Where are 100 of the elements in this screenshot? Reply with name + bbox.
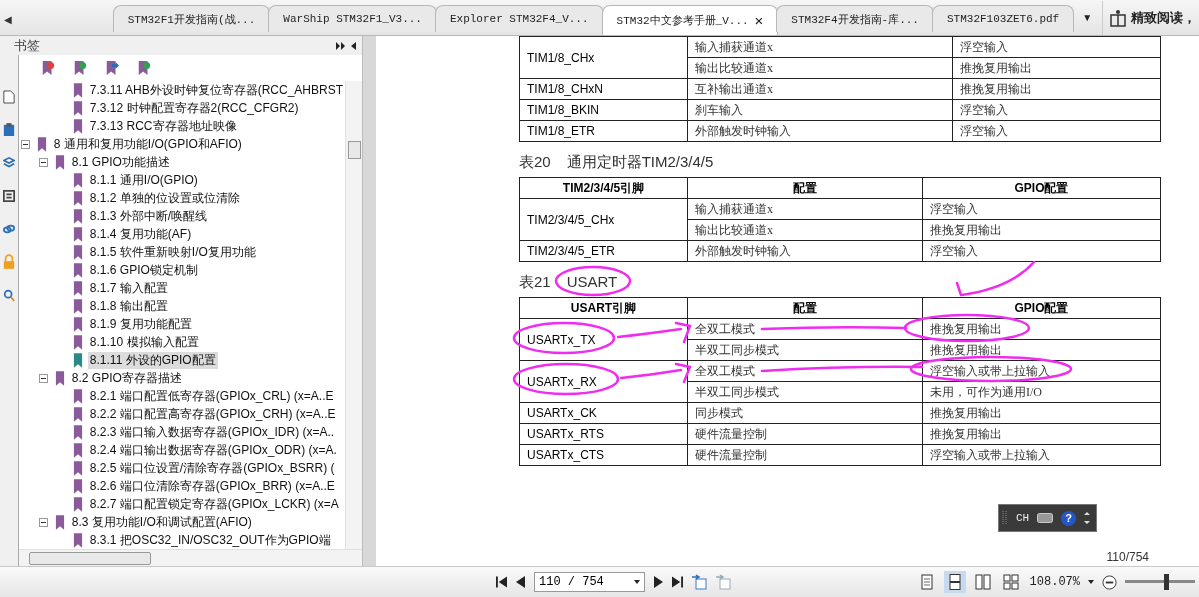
scroll-left-button[interactable]: ◀ — [0, 14, 18, 36]
reading-mode-button[interactable]: 精致阅读， — [1102, 1, 1199, 36]
zoom-out-icon[interactable] — [1102, 574, 1117, 590]
table-cell: 刹车输入 — [687, 99, 953, 121]
caret-icon[interactable] — [1088, 580, 1094, 585]
horizontal-scrollbar[interactable] — [18, 549, 362, 567]
column-header: TIM2/3/4/5引脚 — [519, 177, 688, 199]
column-header: GPIO配置 — [922, 177, 1161, 199]
table-cell: 推挽复用输出 — [922, 219, 1161, 241]
bookmark-item[interactable]: 8.1.1 通用I/O(GPIO) — [87, 171, 200, 189]
grip-icon[interactable] — [1002, 510, 1008, 527]
document-tab[interactable]: Explorer STM32F4_V... — [434, 5, 604, 33]
bookmark-item[interactable]: 8.1.4 复用功能(AF) — [87, 225, 194, 243]
bookmark-item[interactable]: 8.2 GPIO寄存器描述 — [69, 369, 184, 387]
close-tab-button[interactable]: × — [754, 12, 764, 30]
table-cell: TIM2/3/4/5_CHx — [519, 198, 688, 241]
document-tab[interactable]: STM32F103ZET6.pdf — [932, 5, 1075, 33]
table-cell: 推挽复用输出 — [922, 423, 1161, 445]
table-cell: 输出比较通道x — [687, 219, 923, 241]
table-cell: 浮空输入或带上拉输入 — [922, 444, 1161, 466]
bookmark-item[interactable]: 8.1.6 GPIO锁定机制 — [87, 261, 200, 279]
expand-icon[interactable] — [336, 41, 346, 50]
bookmark-item[interactable]: 8.3.1 把OSC32_IN/OSC32_OUT作为GPIO端 — [87, 531, 333, 549]
table-cell: 硬件流量控制 — [687, 444, 923, 466]
view-mode-button[interactable] — [943, 571, 966, 594]
bookmark-item[interactable]: 8.2.7 端口配置锁定寄存器(GPIOx_LCKR) (x=A — [87, 495, 341, 513]
collapse-toggle[interactable] — [38, 157, 48, 167]
bookmark-item[interactable]: 8.3 复用功能I/O和调试配置(AFIO) — [69, 513, 254, 531]
bookmark-item[interactable]: 8.1.3 外部中断/唤醒线 — [87, 207, 210, 225]
collapse-toggle[interactable] — [38, 373, 48, 383]
table-cell: 推挽复用输出 — [922, 318, 1161, 340]
search-icon[interactable] — [2, 287, 15, 304]
previous-page-icon[interactable] — [515, 575, 526, 590]
bookmark-item[interactable]: 8.1.2 单独的位设置或位清除 — [87, 189, 242, 207]
document-tab[interactable]: STM32F1开发指南(战... — [112, 5, 271, 33]
bookmark-item[interactable]: 8.2.2 端口配置高寄存器(GPIOx_CRH) (x=A..E — [87, 405, 338, 423]
previous-view-icon[interactable] — [690, 574, 707, 591]
column-header: 配置 — [687, 297, 923, 319]
table-caption-number: 表21 — [519, 273, 551, 293]
table-cell: USARTx_CTS — [519, 444, 688, 466]
bookmark-item[interactable]: 7.3.12 时钟配置寄存器2(RCC_CFGR2) — [87, 99, 301, 117]
document-tab[interactable]: WarShip STM32F1_V3... — [268, 5, 437, 33]
table-cell: 硬件流量控制 — [687, 423, 923, 445]
zoom-dropdown[interactable]: 108.07% — [1029, 575, 1080, 590]
table-cell: 浮空输入 — [922, 198, 1161, 220]
keyboard-icon[interactable] — [1037, 513, 1054, 524]
clipboard-icon[interactable] — [2, 122, 15, 139]
table-cell: 推挽复用输出 — [922, 402, 1161, 424]
options-icon[interactable] — [1084, 511, 1091, 526]
table-cell: 浮空输入 — [952, 120, 1161, 142]
page-number: 110/754 — [1106, 550, 1149, 565]
document-tab[interactable]: STM32中文参考手册_V... × — [601, 5, 779, 36]
column-header: GPIO配置 — [922, 297, 1161, 319]
bookmark-item[interactable]: 8.1 GPIO功能描述 — [69, 153, 172, 171]
last-page-icon[interactable] — [671, 575, 683, 590]
bookmark-item[interactable]: 8.2.6 端口位清除寄存器(GPIOx_BRR) (x=A..E — [87, 477, 337, 495]
collapse-icon[interactable] — [351, 41, 356, 50]
column-header: USART引脚 — [519, 297, 688, 319]
table-cell: TIM1/8_CHx — [519, 36, 688, 79]
bookmark-item[interactable]: 7.3.13 RCC寄存器地址映像 — [87, 117, 239, 135]
bookmark-item[interactable]: 8.1.9 复用功能配置 — [87, 315, 194, 333]
document-tab[interactable]: STM32F4开发指南-库... — [776, 5, 934, 33]
column-header: 配置 — [687, 177, 923, 199]
table-cell: 半双工同步模式 — [687, 381, 923, 403]
bookmark-item[interactable]: 8.2.5 端口位设置/清除寄存器(GPIOx_BSRR) ( — [87, 459, 337, 477]
page-field[interactable]: 110 / 754 — [534, 572, 645, 593]
table-cell: USARTx_CK — [519, 402, 688, 424]
first-page-icon[interactable] — [496, 575, 507, 590]
help-button[interactable]: ? — [1061, 510, 1077, 526]
add-bookmark-icon[interactable] — [72, 60, 87, 77]
tab-list-button[interactable]: ▼ — [1072, 12, 1103, 36]
caret-icon[interactable] — [633, 580, 640, 585]
language-indicator[interactable]: CH — [1016, 512, 1030, 525]
bookmark-item[interactable]: 8.2.4 端口输出数据寄存器(GPIOx_ODR) (x=A. — [87, 441, 339, 459]
table-cell: 输出比较通道x — [687, 57, 953, 79]
bookmark-item[interactable]: 8.1.10 模拟输入配置 — [87, 333, 201, 351]
delete-bookmark-icon[interactable] — [40, 60, 55, 77]
table-cell: 半双工同步模式 — [687, 339, 923, 361]
collapse-toggle[interactable] — [20, 139, 30, 149]
book-icon[interactable] — [1109, 9, 1128, 28]
expand-bookmark-icon[interactable] — [136, 60, 151, 77]
bookmark-item[interactable]: 8 通用和复用功能I/O(GPIO和AFIO) — [51, 135, 244, 153]
bookmark-item[interactable]: 8.1.11 外设的GPIO配置 — [87, 351, 218, 369]
page-icon[interactable] — [2, 89, 15, 106]
table-cell: 推挽复用输出 — [952, 78, 1161, 100]
bookmark-item[interactable]: 8.1.5 软件重新映射I/O复用功能 — [87, 243, 258, 261]
go-bookmark-icon[interactable] — [104, 60, 119, 77]
next-page-icon[interactable] — [652, 575, 664, 590]
list-icon[interactable] — [2, 188, 15, 205]
collapse-toggle[interactable] — [38, 517, 48, 527]
scrollbar[interactable] — [345, 81, 362, 550]
bookmark-item[interactable]: 7.3.11 AHB外设时钟复位寄存器(RCC_AHBRST — [87, 81, 345, 99]
table-cell: 浮空输入 — [922, 240, 1161, 262]
table-cell: 输入捕获通道x — [687, 198, 923, 220]
bookmark-item[interactable]: 8.2.1 端口配置低寄存器(GPIOx_CRL) (x=A..E — [87, 387, 336, 405]
bookmark-item[interactable]: 8.1.7 输入配置 — [87, 279, 170, 297]
table-cell: 未用，可作为通用I/O — [922, 381, 1161, 403]
bookmark-item[interactable]: 8.1.8 输出配置 — [87, 297, 170, 315]
table-cell: TIM1/8_BKIN — [519, 99, 688, 121]
bookmark-item[interactable]: 8.2.3 端口输入数据寄存器(GPIOx_IDR) (x=A.. — [87, 423, 337, 441]
